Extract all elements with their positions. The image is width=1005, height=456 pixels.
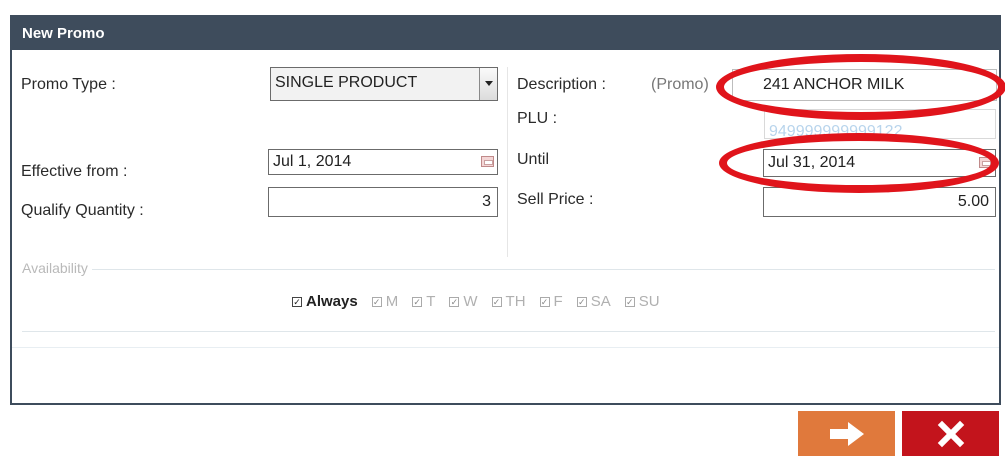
qualify-quantity-label: Qualify Quantity :	[21, 202, 144, 219]
checkbox-checked-icon[interactable]: ✓	[491, 296, 502, 307]
availability-legend: Availability	[22, 260, 92, 276]
availability-options: ✓ Always ✓ M ✓ T ✓ W ✓ TH ✓ F ✓ SA ✓ SU	[292, 293, 660, 310]
availability-monday[interactable]: ✓ M	[371, 293, 399, 310]
plu-value: 949999999999122	[769, 123, 903, 139]
promo-type-value: SINGLE PRODUCT	[275, 74, 418, 91]
availability-thursday[interactable]: ✓ TH	[491, 293, 526, 310]
until-label: Until	[517, 151, 550, 168]
divider	[12, 347, 999, 348]
until-value: Jul 31, 2014	[768, 154, 856, 171]
next-button[interactable]	[798, 411, 895, 456]
option-label: W	[463, 293, 478, 310]
promo-type-label: Promo Type :	[21, 76, 116, 93]
effective-from-value: Jul 1, 2014	[273, 153, 352, 170]
option-label: M	[385, 293, 399, 310]
description-label: Description :	[517, 76, 606, 93]
dialog-title: New Promo	[12, 17, 999, 50]
availability-friday[interactable]: ✓ F	[539, 293, 563, 310]
availability-saturday[interactable]: ✓ SA	[576, 293, 611, 310]
checkbox-checked-icon[interactable]: ✓	[624, 296, 635, 307]
sell-price-field[interactable]: 5.00	[763, 187, 996, 217]
availability-wednesday[interactable]: ✓ W	[449, 293, 478, 310]
new-promo-dialog: New Promo Promo Type : SINGLE PRODUCT Ef…	[10, 15, 1005, 405]
checkbox-checked-icon[interactable]: ✓	[449, 296, 460, 307]
qualify-quantity-value: 3	[482, 193, 491, 210]
calendar-icon[interactable]	[481, 156, 494, 167]
close-x-icon	[937, 420, 964, 447]
checkbox-checked-icon[interactable]: ✓	[412, 296, 423, 307]
availability-always[interactable]: ✓ Always	[292, 293, 358, 310]
calendar-icon[interactable]	[979, 157, 992, 168]
checkbox-checked-icon[interactable]: ✓	[539, 296, 550, 307]
availability-tuesday[interactable]: ✓ T	[412, 293, 435, 310]
availability-sunday[interactable]: ✓ SU	[624, 293, 660, 310]
option-label: SU	[638, 293, 660, 310]
chevron-down-icon[interactable]	[479, 68, 497, 100]
option-label: Always	[306, 293, 358, 310]
description-field[interactable]: 241 ANCHOR MILK	[732, 69, 997, 101]
plu-field[interactable]: 949999999999122	[764, 109, 996, 139]
checkbox-checked-icon[interactable]: ✓	[576, 296, 587, 307]
option-label: T	[426, 293, 436, 310]
description-prefix: (Promo)	[651, 76, 709, 93]
sell-price-value: 5.00	[957, 193, 989, 210]
description-value: 241 ANCHOR MILK	[763, 76, 905, 93]
arrow-right-icon	[829, 421, 864, 446]
sell-price-label: Sell Price :	[517, 191, 594, 208]
availability-fieldset: Availability ✓ Always ✓ M ✓ T ✓ W ✓ TH ✓…	[22, 260, 995, 332]
close-button[interactable]	[902, 411, 999, 456]
checkbox-checked-icon[interactable]: ✓	[292, 296, 302, 307]
promo-type-select[interactable]: SINGLE PRODUCT	[270, 67, 498, 101]
checkbox-checked-icon[interactable]: ✓	[371, 296, 382, 307]
plu-label: PLU :	[517, 110, 558, 127]
until-field[interactable]: Jul 31, 2014	[763, 149, 996, 177]
option-label: F	[553, 293, 563, 310]
effective-from-label: Effective from :	[21, 163, 128, 180]
column-divider	[507, 67, 508, 257]
qualify-quantity-field[interactable]: 3	[268, 187, 498, 217]
option-label: SA	[590, 293, 611, 310]
option-label: TH	[505, 293, 526, 310]
effective-from-field[interactable]: Jul 1, 2014	[268, 149, 498, 175]
